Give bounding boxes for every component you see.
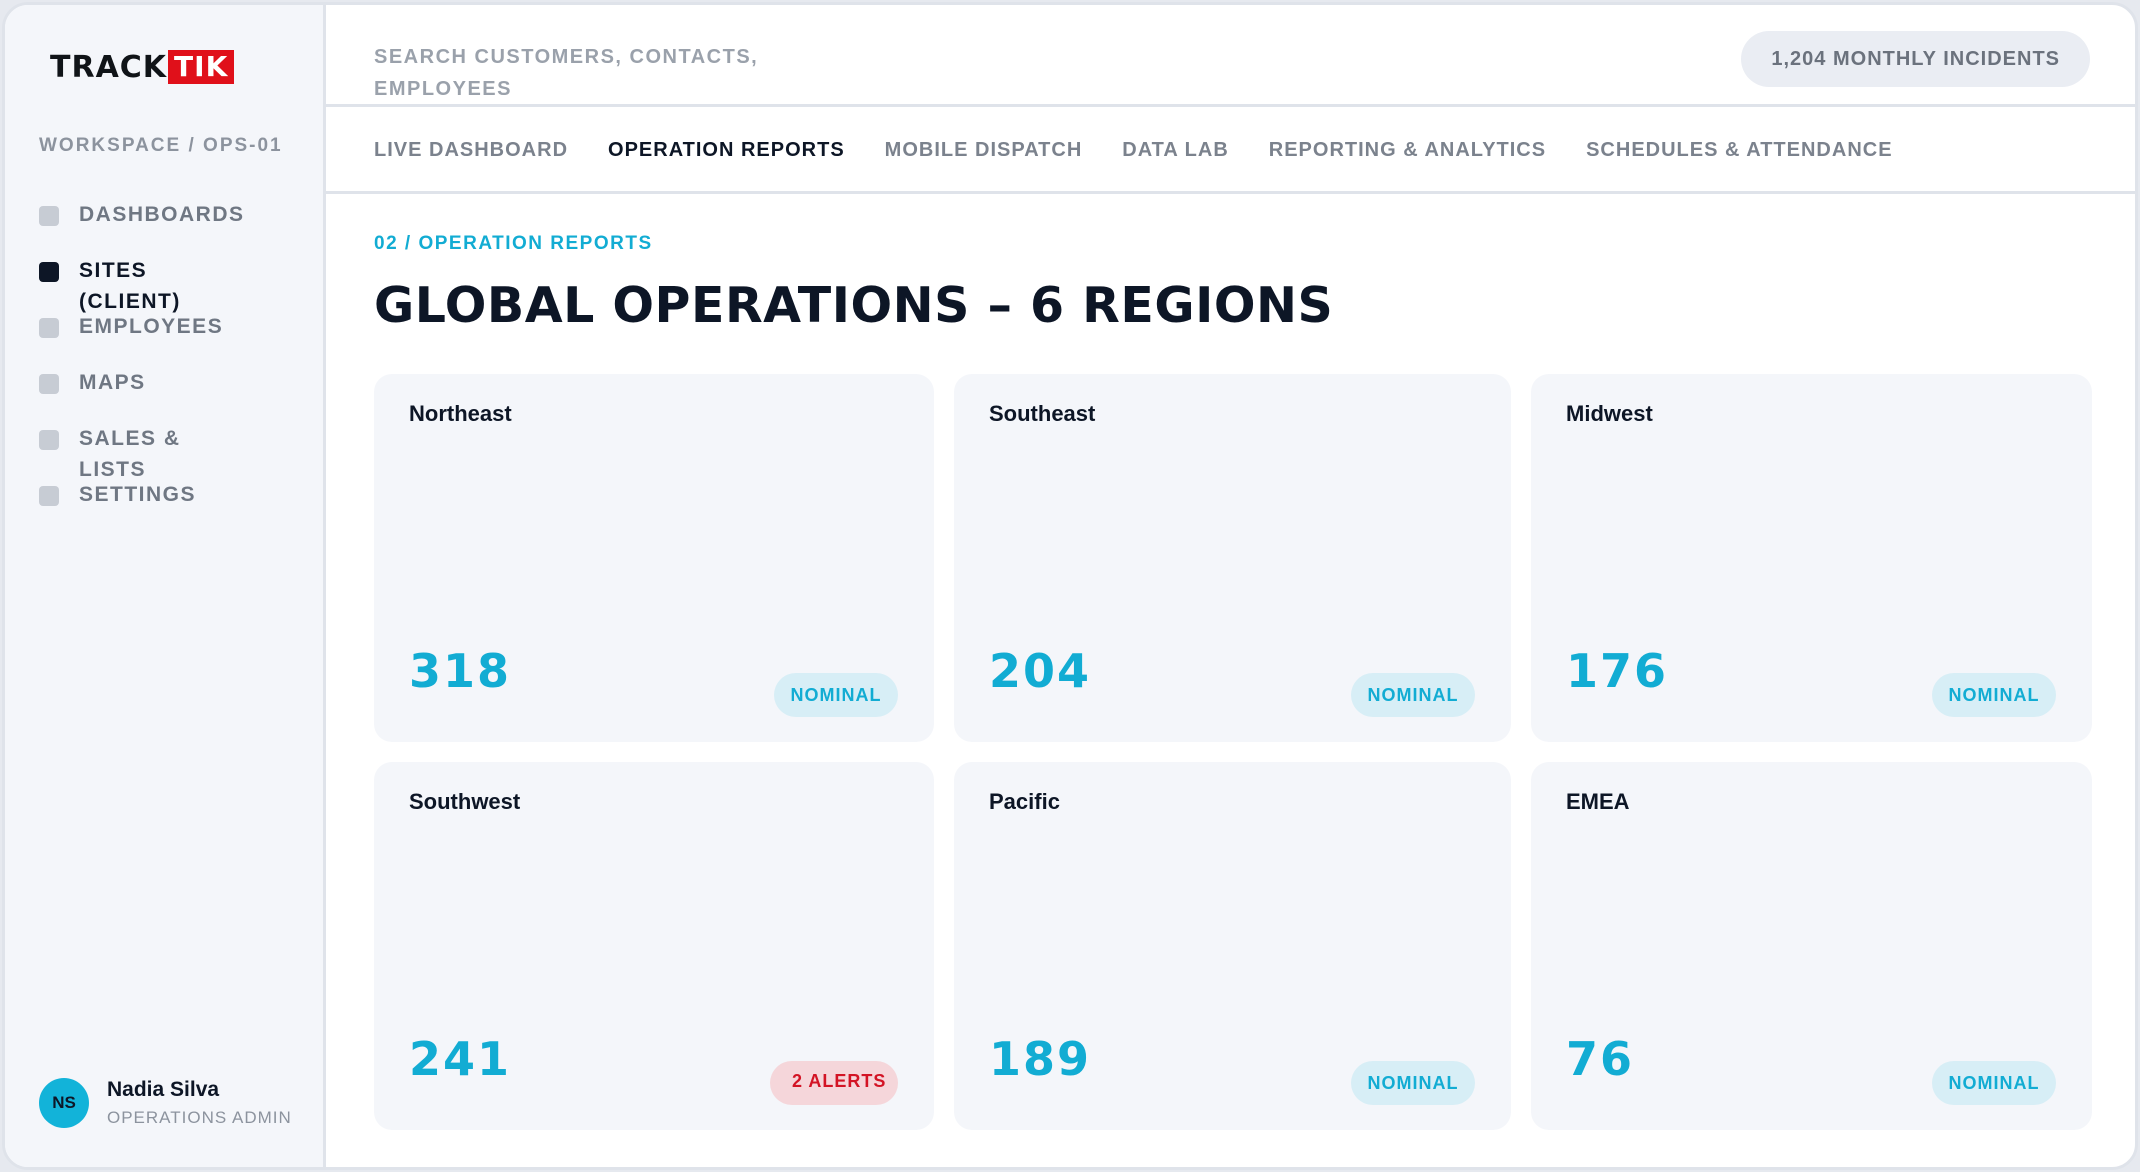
region-value: 189 [989, 1032, 1092, 1086]
region-card-emea[interactable]: EMEA 76 NOMINAL [1531, 762, 2092, 1130]
region-value: 241 [409, 1032, 512, 1086]
region-card-northeast[interactable]: Northeast 318 NOMINAL [374, 374, 934, 742]
tracktik-logo[interactable]: TRACK TIK [50, 49, 235, 85]
tab-data-lab[interactable]: DATA LAB [1122, 139, 1229, 162]
region-grid: Northeast 318 NOMINAL Southeast 204 NOMI… [374, 374, 2092, 1130]
sidebar-item-label: DASHBOARDS [79, 203, 245, 226]
region-value: 204 [989, 644, 1092, 698]
region-card-midwest[interactable]: Midwest 176 NOMINAL [1531, 374, 2092, 742]
user-role: OPERATIONS ADMIN [107, 1108, 292, 1127]
settings-icon [39, 486, 59, 506]
main-content: 02 / OPERATION REPORTS GLOBAL OPERATIONS… [326, 197, 2135, 1167]
region-name: Midwest [1566, 401, 1653, 426]
sidebar-item-label: MAPS [79, 371, 146, 394]
dashboards-icon [39, 206, 59, 226]
monthly-incidents-pill[interactable]: 1,204 MONTHLY INCIDENTS [1741, 31, 2090, 87]
region-value: 176 [1566, 644, 1669, 698]
region-value: 318 [409, 644, 512, 698]
status-badge: NOMINAL [1351, 1061, 1475, 1105]
tab-schedules-attendance[interactable]: SCHEDULES & ATTENDANCE [1586, 139, 1892, 162]
user-profile[interactable]: NS Nadia Silva OPERATIONS ADMIN [39, 1078, 292, 1128]
region-value: 76 [1566, 1032, 1635, 1086]
logo-tik-text: TIK [168, 50, 235, 84]
sales-lists-icon [39, 430, 59, 450]
top-bar: SEARCH CUSTOMERS, CONTACTS, EMPLOYEES 1,… [326, 5, 2135, 107]
tab-bar: LIVE DASHBOARD OPERATION REPORTS MOBILE … [326, 110, 2135, 194]
region-name: Pacific [989, 789, 1060, 814]
tab-mobile-dispatch[interactable]: MOBILE DISPATCH [885, 139, 1083, 162]
search-input[interactable]: SEARCH CUSTOMERS, CONTACTS, EMPLOYEES [374, 41, 794, 105]
sidebar-item-sites[interactable]: SITES (CLIENT) [39, 255, 299, 313]
page-title: GLOBAL OPERATIONS – 6 REGIONS [374, 277, 1334, 334]
sidebar: TRACK TIK WORKSPACE / OPS-01 DASHBOARDS … [5, 5, 326, 1167]
sidebar-nav: DASHBOARDS SITES (CLIENT) EMPLOYEES MAPS… [39, 199, 299, 535]
region-name: EMEA [1566, 789, 1630, 814]
breadcrumb: 02 / OPERATION REPORTS [374, 233, 653, 254]
tab-operation-reports[interactable]: OPERATION REPORTS [608, 139, 845, 162]
maps-icon [39, 374, 59, 394]
sidebar-item-label: SALES & LISTS [79, 427, 181, 481]
app-window: TRACK TIK WORKSPACE / OPS-01 DASHBOARDS … [2, 2, 2138, 1170]
avatar: NS [39, 1078, 89, 1128]
user-name: Nadia Silva [107, 1078, 220, 1101]
sidebar-item-dashboards[interactable]: DASHBOARDS [39, 199, 299, 255]
sidebar-item-label: SETTINGS [79, 483, 197, 506]
region-name: Southeast [989, 401, 1096, 426]
tab-live-dashboard[interactable]: LIVE DASHBOARD [374, 139, 568, 162]
sites-icon [39, 262, 59, 282]
region-card-southeast[interactable]: Southeast 204 NOMINAL [954, 374, 1511, 742]
status-badge: NOMINAL [1932, 673, 2056, 717]
tab-reporting-analytics[interactable]: REPORTING & ANALYTICS [1269, 139, 1546, 162]
user-info: Nadia Silva OPERATIONS ADMIN [107, 1078, 292, 1128]
sidebar-item-employees[interactable]: EMPLOYEES [39, 311, 299, 367]
region-name: Northeast [409, 401, 512, 426]
workspace-label: WORKSPACE / OPS-01 [39, 135, 283, 156]
alert-badge: 2 ALERTS [770, 1061, 898, 1105]
employees-icon [39, 318, 59, 338]
region-card-southwest[interactable]: Southwest 241 2 ALERTS [374, 762, 934, 1130]
sidebar-item-label: SITES (CLIENT) [79, 259, 181, 313]
status-badge: NOMINAL [1932, 1061, 2056, 1105]
sidebar-item-settings[interactable]: SETTINGS [39, 479, 299, 535]
status-badge: NOMINAL [1351, 673, 1475, 717]
region-name: Southwest [409, 789, 521, 814]
logo-track-text: TRACK [50, 49, 168, 85]
region-card-pacific[interactable]: Pacific 189 NOMINAL [954, 762, 1511, 1130]
sidebar-item-maps[interactable]: MAPS [39, 367, 299, 423]
sidebar-item-label: EMPLOYEES [79, 315, 224, 338]
sidebar-item-sales-lists[interactable]: SALES & LISTS [39, 423, 299, 481]
status-badge: NOMINAL [774, 673, 898, 717]
